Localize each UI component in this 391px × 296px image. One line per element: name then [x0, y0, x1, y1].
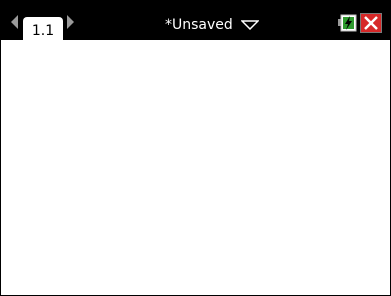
document-title: *Unsaved — [165, 17, 233, 33]
dropdown-triangle-icon — [239, 16, 260, 36]
document-workspace[interactable] — [1, 40, 390, 295]
tab-label: 1.1 — [31, 23, 55, 39]
chevron-right-icon[interactable] — [67, 15, 74, 29]
document-title-menu[interactable]: *Unsaved — [165, 15, 260, 36]
title-bar: 1.1 *Unsaved — [1, 1, 390, 43]
battery-charging-icon — [338, 13, 358, 33]
chevron-left-icon[interactable] — [11, 15, 18, 29]
app-window: 1.1 *Unsaved — [0, 0, 391, 296]
close-icon[interactable] — [360, 13, 382, 33]
